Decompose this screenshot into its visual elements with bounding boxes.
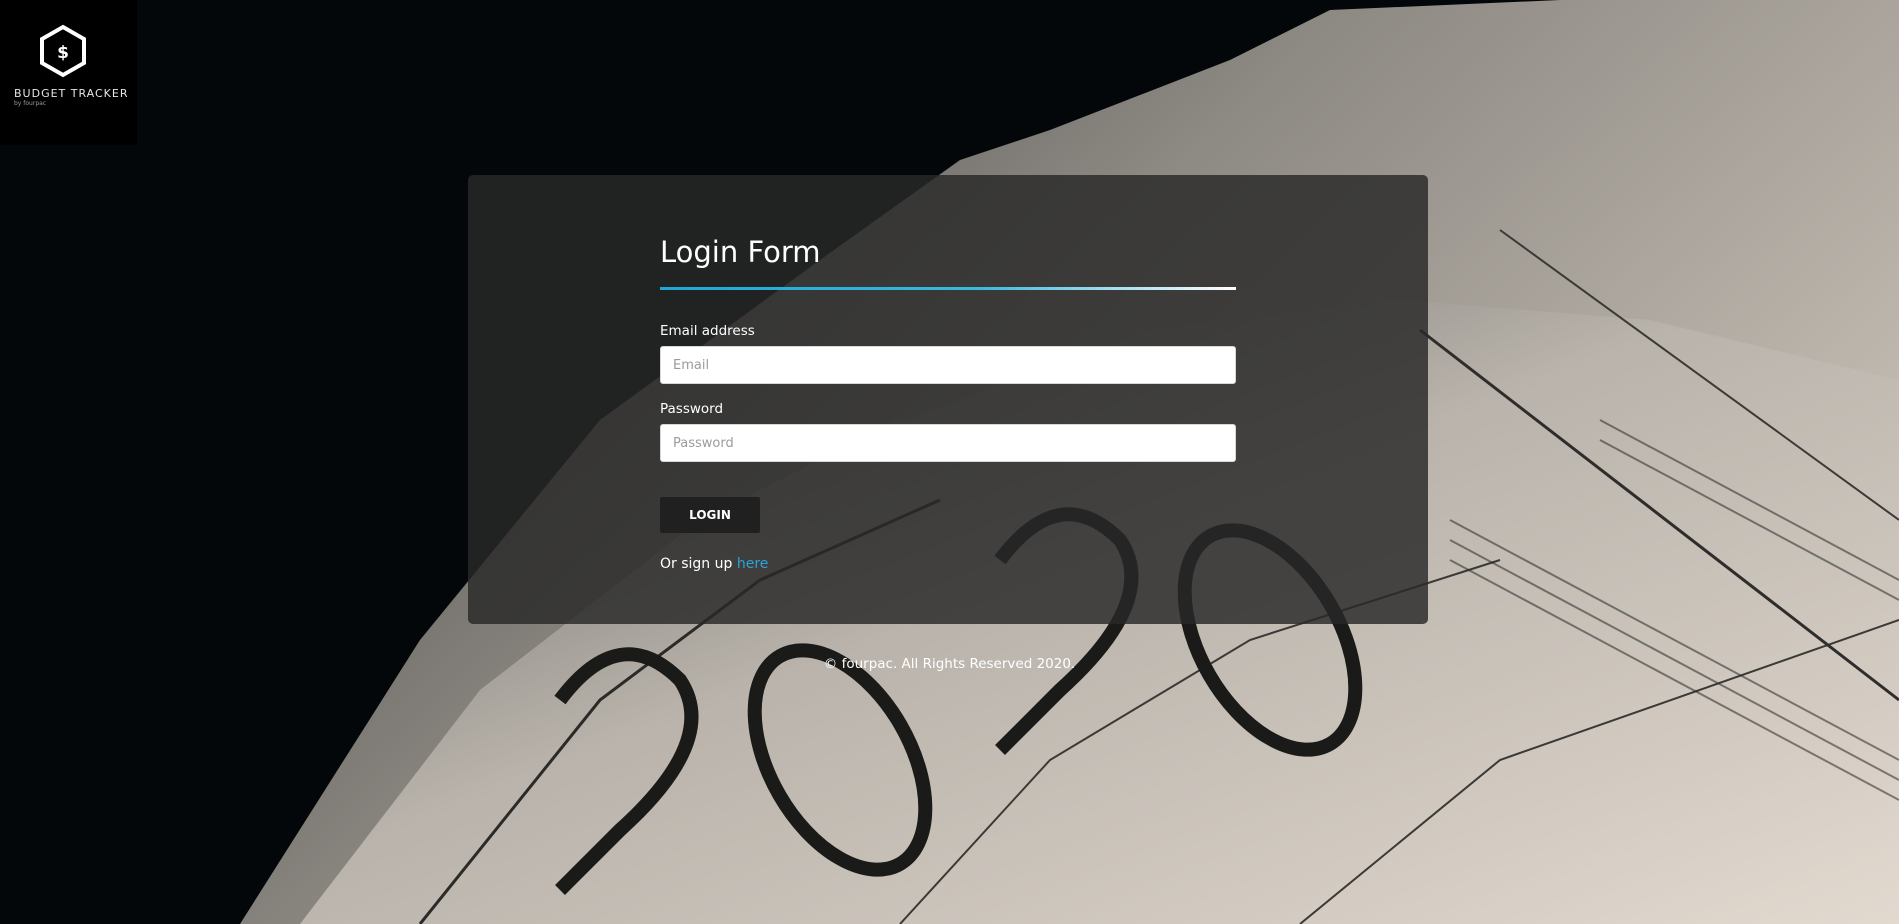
signup-prompt: Or sign up here (660, 556, 768, 572)
email-input[interactable] (660, 346, 1236, 384)
brand-name: BUDGET TRACKER (14, 87, 129, 100)
dollar-hexagon-icon: $ (40, 24, 86, 78)
password-input[interactable] (660, 424, 1236, 462)
title-divider (660, 287, 1236, 290)
brand-subtitle: by fourpac (14, 100, 47, 107)
brand-logo[interactable]: $ BUDGET TRACKER by fourpac (0, 0, 137, 145)
login-page: $ BUDGET TRACKER by fourpac Login Form E… (0, 0, 1899, 924)
login-card: Login Form Email address Password LOGIN … (468, 175, 1428, 624)
svg-text:$: $ (57, 43, 69, 63)
password-label: Password (660, 401, 724, 417)
form-title: Login Form (660, 235, 821, 269)
signup-link[interactable]: here (737, 556, 769, 572)
footer-copyright: © fourpac. All Rights Reserved 2020. (823, 656, 1076, 672)
email-label: Email address (660, 323, 755, 339)
login-button[interactable]: LOGIN (660, 497, 760, 533)
signup-prefix: Or sign up (660, 556, 737, 572)
